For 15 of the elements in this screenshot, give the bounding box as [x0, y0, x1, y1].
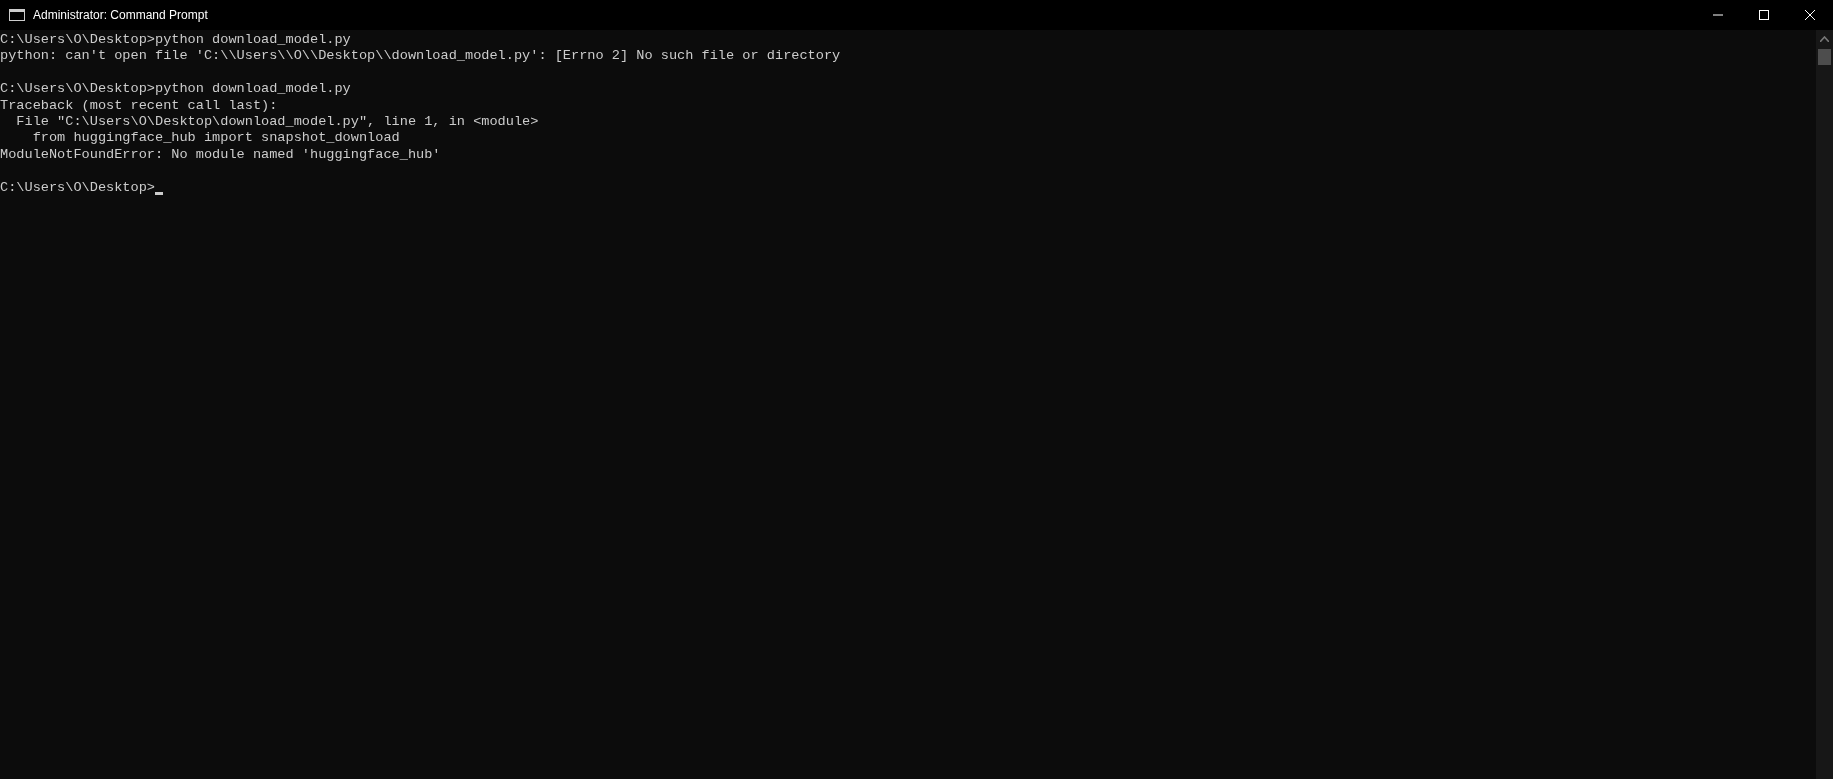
console-line: from huggingface_hub import snapshot_download [31, 130, 401, 147]
command-prompt: C:\Users\O\Desktop> [0, 179, 155, 196]
console-line: File "C:\Users\O\Desktop\download_model.py", line 1, in <module> [15, 113, 540, 131]
maximize-icon [1759, 10, 1769, 20]
console-line: C:\Users\O\Desktop>python download_model.py [0, 32, 352, 49]
command-prompt-icon [9, 9, 25, 21]
scrollbar[interactable] [1816, 30, 1833, 779]
scroll-up-icon[interactable] [1820, 36, 1829, 42]
console-line: Traceback (most recent call last): [0, 97, 279, 114]
window-title: Administrator: Command Prompt [33, 8, 209, 22]
console-line: python: can't open file 'C:\\Users\\O\\Desktop\\download_model.py': [Errno 2] No such file or directory [0, 48, 842, 65]
console-line: ModuleNotFoundError: No module named 'huggingface_hub' [0, 146, 442, 164]
close-icon [1805, 10, 1815, 20]
scrollbar-thumb[interactable] [1818, 49, 1831, 65]
console-line: C:\Users\O\Desktop>python download_model.py [0, 81, 352, 98]
